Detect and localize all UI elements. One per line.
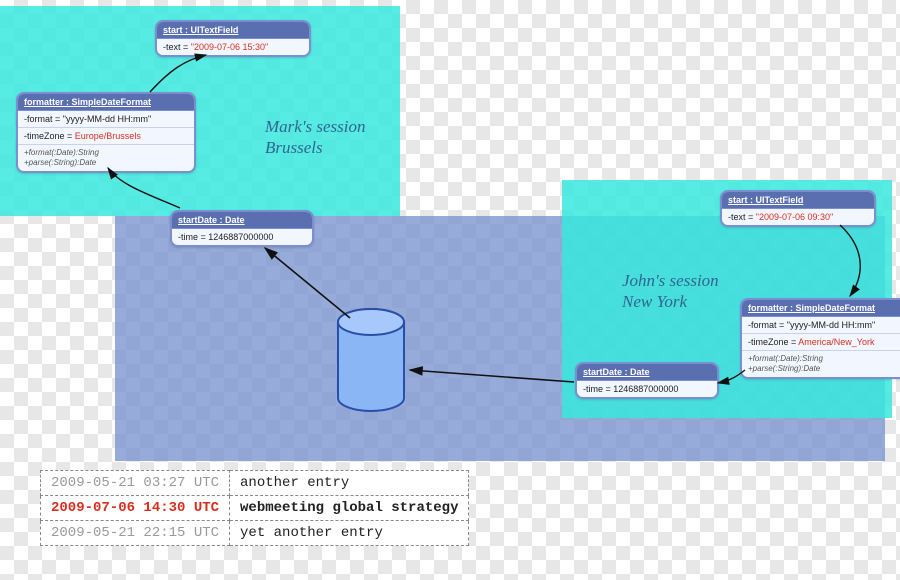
obj-header: startDate : Date (577, 364, 717, 381)
obj-mark-startdate: startDate : Date -time = 1246887000000 (170, 210, 314, 247)
log-message: yet another entry (230, 521, 469, 546)
obj-attr-time: -time = 1246887000000 (577, 381, 717, 397)
obj-john-start: start : UITextField -text = "2009-07-06 … (720, 190, 876, 227)
obj-attr-time: -time = 1246887000000 (172, 229, 312, 245)
obj-header: start : UITextField (157, 22, 309, 39)
obj-ops: +format(:Date):String +parse(:String):Da… (18, 145, 194, 171)
log-row: 2009-05-21 03:27 UTCanother entry (41, 471, 469, 496)
log-table: 2009-05-21 03:27 UTCanother entry2009-07… (40, 470, 469, 546)
log-timestamp: 2009-05-21 22:15 UTC (41, 521, 230, 546)
obj-attr-timezone: -timeZone = America/New_York (742, 334, 900, 351)
obj-attr-format: -format = "yyyy-MM-dd HH:mm" (742, 317, 900, 334)
obj-ops: +format(:Date):String +parse(:String):Da… (742, 351, 900, 377)
obj-header: startDate : Date (172, 212, 312, 229)
obj-header: start : UITextField (722, 192, 874, 209)
caption-mark: Mark's session Brussels (265, 116, 365, 159)
obj-header: formatter : SimpleDateFormat (18, 94, 194, 111)
obj-attr-text: -text = "2009-07-06 15:30" (157, 39, 309, 55)
caption-john: John's session New York (622, 270, 719, 313)
obj-john-formatter: formatter : SimpleDateFormat -format = "… (740, 298, 900, 379)
obj-attr-timezone: -timeZone = Europe/Brussels (18, 128, 194, 145)
log-timestamp: 2009-07-06 14:30 UTC (41, 496, 230, 521)
log-row: 2009-05-21 22:15 UTCyet another entry (41, 521, 469, 546)
log-message: another entry (230, 471, 469, 496)
obj-attr-format: -format = "yyyy-MM-dd HH:mm" (18, 111, 194, 128)
obj-attr-text: -text = "2009-07-06 09:30" (722, 209, 874, 225)
log-row: 2009-07-06 14:30 UTCwebmeeting global st… (41, 496, 469, 521)
obj-john-startdate: startDate : Date -time = 1246887000000 (575, 362, 719, 399)
obj-header: formatter : SimpleDateFormat (742, 300, 900, 317)
log-message: webmeeting global strategy (230, 496, 469, 521)
database-icon (335, 308, 407, 418)
diagram-stage: Mark's session Brussels John's session N… (0, 0, 900, 580)
obj-mark-start: start : UITextField -text = "2009-07-06 … (155, 20, 311, 57)
log-timestamp: 2009-05-21 03:27 UTC (41, 471, 230, 496)
obj-mark-formatter: formatter : SimpleDateFormat -format = "… (16, 92, 196, 173)
